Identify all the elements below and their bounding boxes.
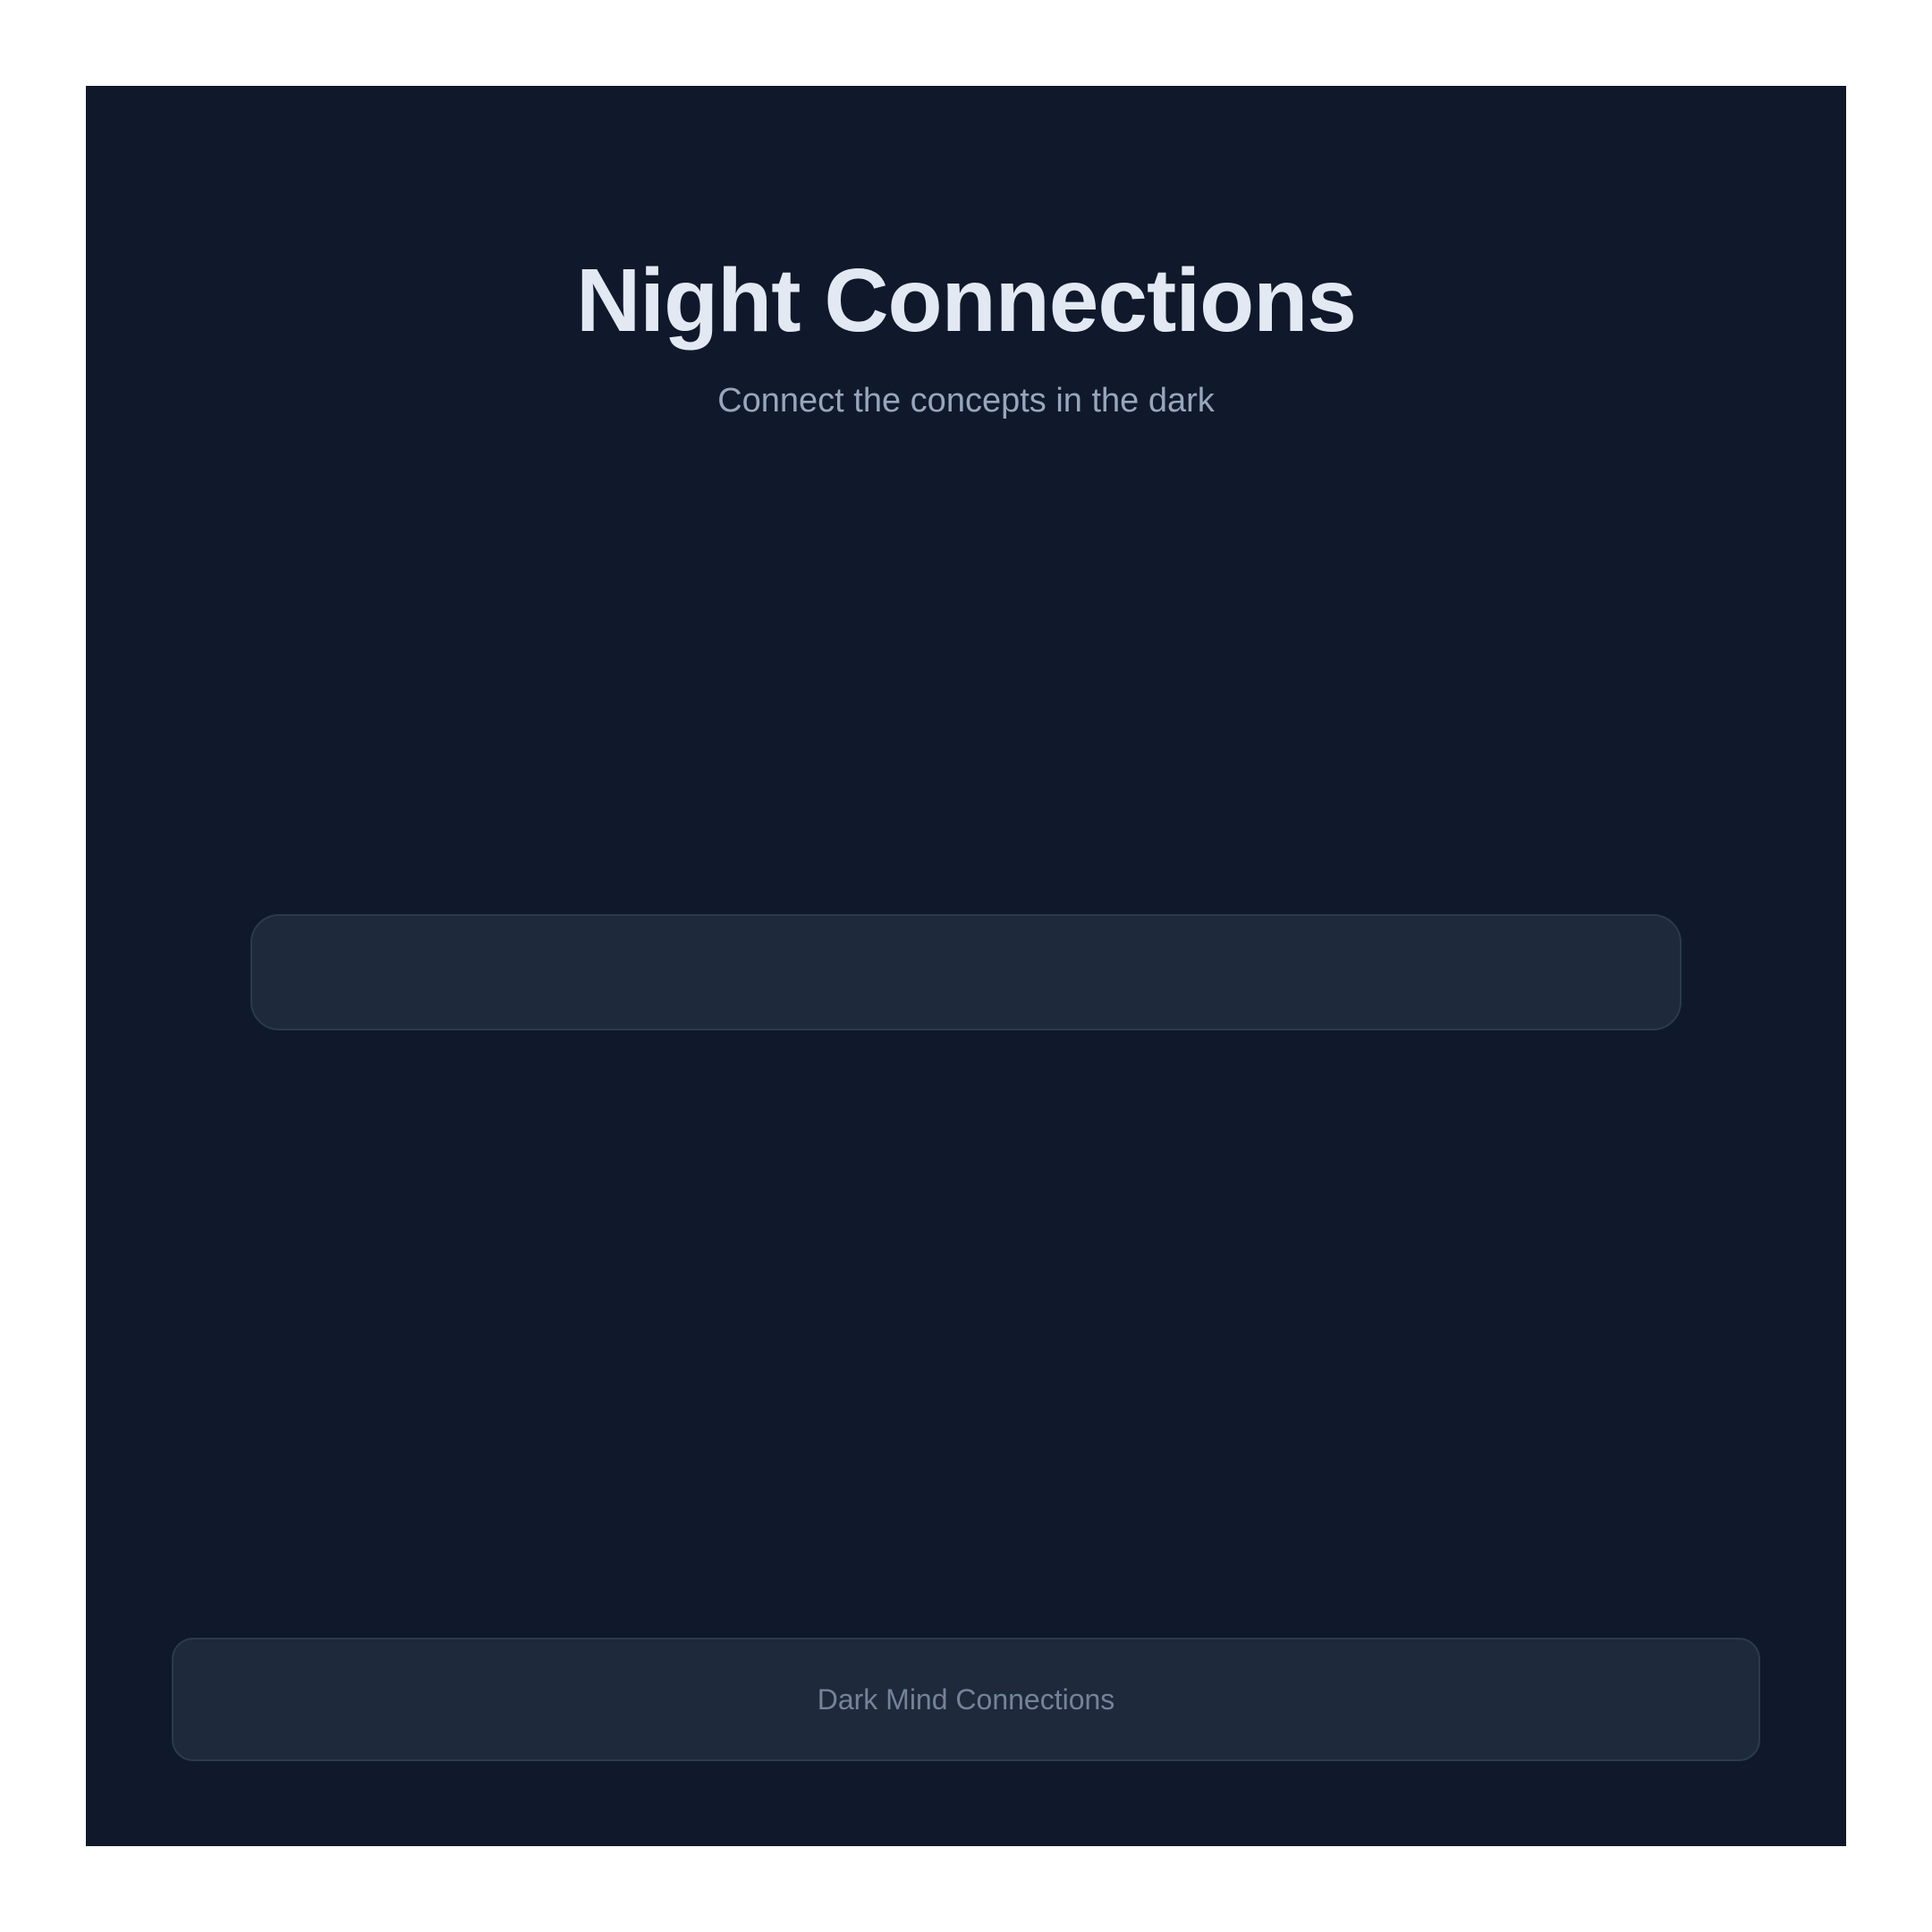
page-subtitle: Connect the concepts in the dark xyxy=(717,382,1215,419)
app-container: Night Connections Connect the concepts i… xyxy=(86,86,1846,1846)
footer-panel: Dark Mind Connections xyxy=(172,1638,1760,1761)
footer-label: Dark Mind Connections xyxy=(817,1682,1115,1716)
connection-input-panel[interactable] xyxy=(250,914,1682,1030)
page-title: Night Connections xyxy=(576,250,1357,351)
